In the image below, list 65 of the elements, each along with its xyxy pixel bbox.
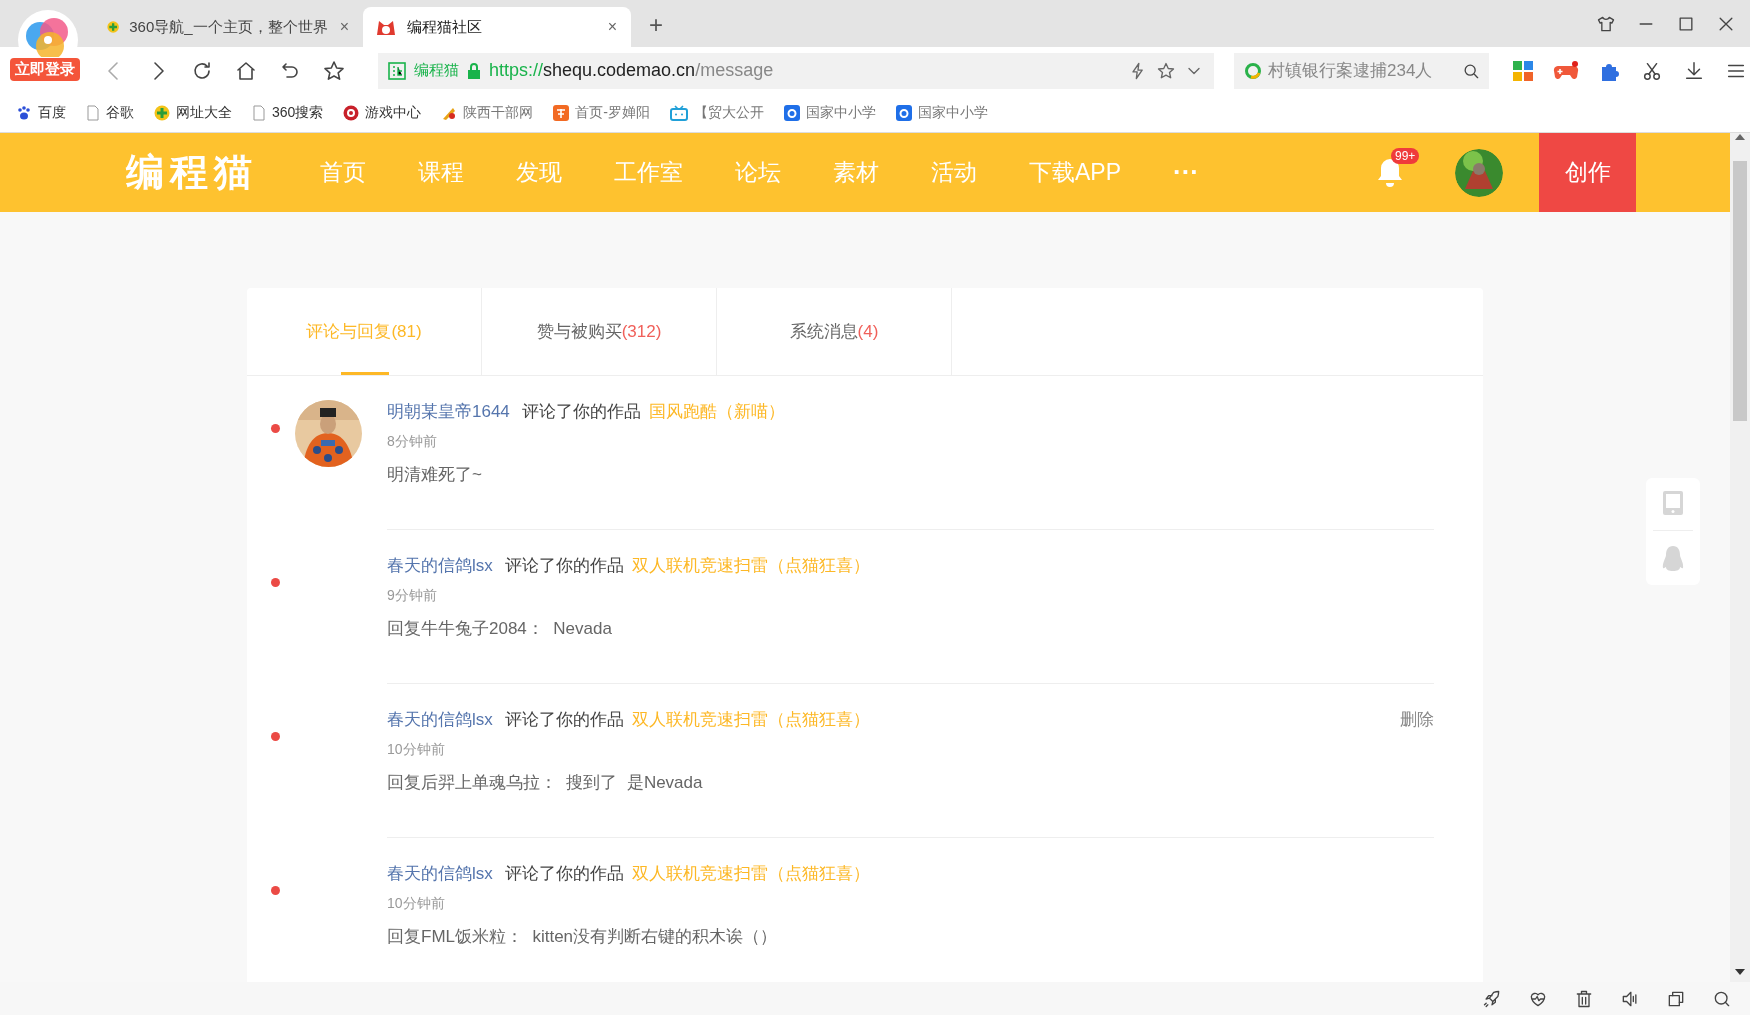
cloud-icon — [896, 105, 913, 121]
star-icon[interactable] — [322, 58, 346, 83]
url-text: https://shequ.codemao.cn/message — [489, 60, 775, 81]
download-icon[interactable] — [1683, 59, 1705, 82]
delete-button[interactable]: 删除 — [1400, 708, 1434, 731]
message-content: 回复后羿上单魂乌拉： 搜到了 是Nevada — [387, 772, 704, 794]
user-link[interactable]: 春天的信鸽lsx — [387, 554, 493, 577]
page-icon — [252, 105, 266, 121]
page-icon — [86, 105, 100, 121]
certificate-icon — [388, 61, 406, 80]
message-content: 明清难死了~ — [387, 464, 483, 486]
bookmark-link[interactable]: 百度 — [16, 104, 66, 122]
bookmark-link[interactable]: 网址大全 — [154, 104, 232, 122]
tv-icon — [670, 105, 689, 121]
up-arrow-icon[interactable] — [1735, 133, 1745, 141]
message-tab[interactable]: 系统消息(4) — [717, 288, 952, 375]
message-tab[interactable]: 赞与被购买(312) — [482, 288, 717, 375]
bookmark-link[interactable]: 陕西干部网 — [441, 104, 534, 122]
lock-icon — [467, 62, 481, 79]
action-text: 评论了你的作品 — [521, 401, 641, 423]
app-icon — [553, 105, 570, 121]
rocket-icon[interactable] — [1482, 988, 1502, 1009]
bookmark-link[interactable]: 游戏中心 — [343, 104, 422, 122]
game-icon — [343, 105, 360, 121]
user-avatar[interactable] — [1455, 148, 1503, 197]
browser-tab[interactable]: 编程猫社区 × — [363, 7, 631, 47]
plus-icon — [154, 105, 170, 121]
grid-icon[interactable] — [1513, 60, 1533, 81]
address-bar[interactable]: 编程猫 https://shequ.codemao.cn/message — [378, 52, 1214, 89]
new-tab-button[interactable]: + — [645, 11, 667, 39]
trash-icon[interactable] — [1574, 988, 1594, 1009]
site-label: 编程猫 — [414, 61, 459, 80]
down-arrow-icon[interactable] — [1735, 968, 1745, 976]
bookmark-link[interactable]: 国家中小学 — [784, 104, 877, 122]
action-text: 评论了你的作品 — [504, 555, 624, 577]
bookmark-link[interactable]: 首页-罗婵阳 — [553, 104, 651, 122]
message-time: 9分钟前 — [387, 587, 438, 605]
notification-badge: 99+ — [1391, 147, 1420, 164]
message-time: 8分钟前 — [387, 433, 438, 451]
message-time: 10分钟前 — [387, 895, 446, 913]
message-content: 回复FML饭米粒： kitten没有判断右键的积木诶（） — [387, 926, 779, 948]
login-badge[interactable]: 立即登录 — [10, 58, 80, 81]
ring-icon — [1244, 61, 1262, 80]
action-text: 评论了你的作品 — [504, 863, 624, 885]
close-tab-button[interactable]: × — [337, 18, 351, 36]
paw-icon — [16, 105, 32, 121]
user-link[interactable]: 春天的信鸽lsx — [387, 862, 493, 885]
user-link[interactable]: 明朝某皇帝1644 — [387, 400, 510, 423]
action-text: 评论了你的作品 — [504, 709, 624, 731]
message-time: 10分钟前 — [387, 741, 446, 759]
search-field[interactable]: 村镇银行案逮捕234人 — [1234, 52, 1489, 89]
star-icon[interactable] — [1156, 60, 1176, 81]
message-content: 回复牛牛兔子2084： Nevada — [387, 618, 613, 640]
bookmark-link[interactable]: 【贸大公开 — [670, 104, 765, 122]
bookmark-link[interactable]: 360搜索 — [252, 104, 324, 122]
scrollbar-thumb[interactable] — [1733, 161, 1747, 421]
scrollbar[interactable] — [1730, 133, 1750, 982]
close-tab-button[interactable]: × — [605, 18, 619, 36]
bookmark-link[interactable]: 谷歌 — [86, 104, 134, 122]
bookmark-link[interactable]: 国家中小学 — [896, 104, 989, 122]
create-button[interactable]: 创作 — [1539, 133, 1636, 212]
user-link[interactable]: 春天的信鸽lsx — [387, 708, 493, 731]
cloud-icon — [784, 105, 801, 121]
gamepad-icon[interactable] — [1553, 59, 1579, 82]
browser-tab[interactable]: 360导航_一个主页，整个世界 × — [95, 7, 363, 47]
